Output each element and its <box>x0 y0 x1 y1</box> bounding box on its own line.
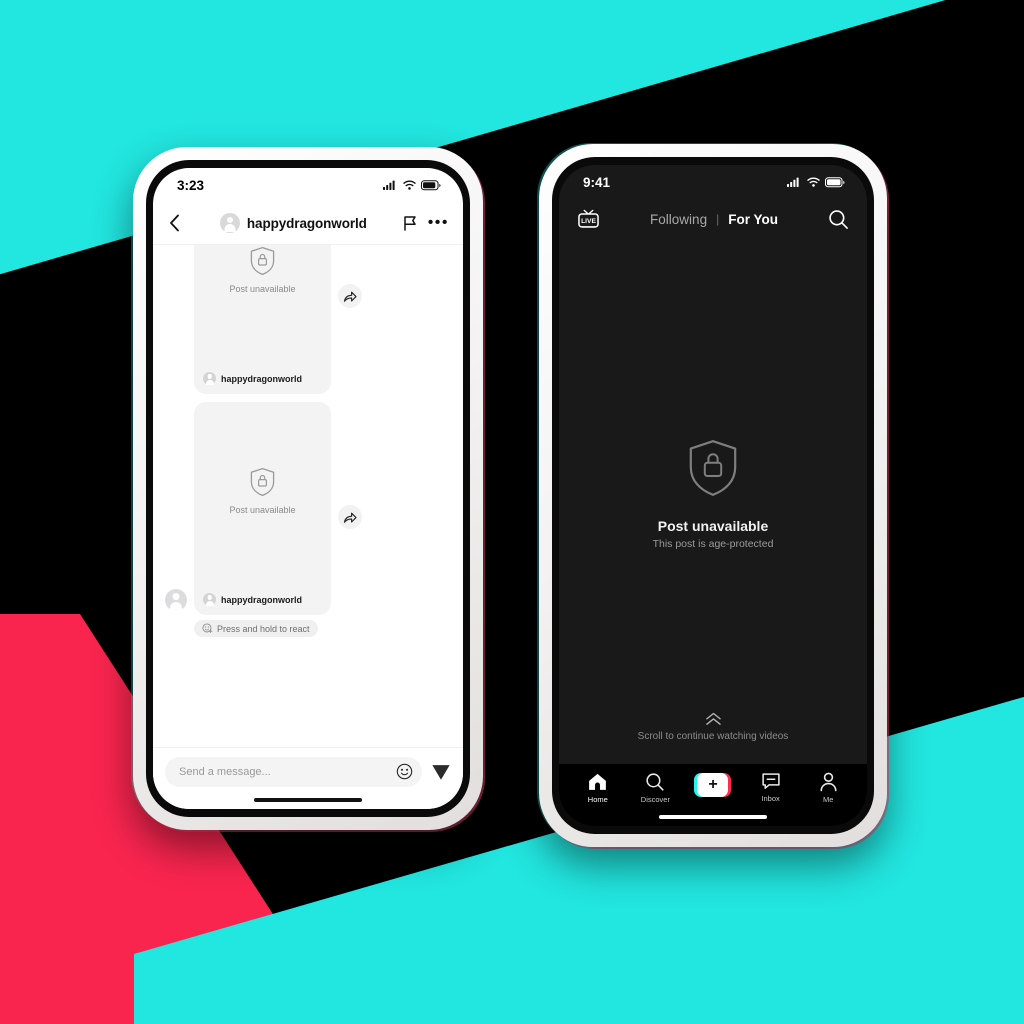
bubble-caption: Post unavailable <box>229 283 296 294</box>
nav-label-home: Home <box>587 795 608 804</box>
phone-mockup-left: 3:23 happydragonworld ••• Post unavailab… <box>133 147 483 830</box>
send-paper-plane-icon[interactable] <box>431 762 451 782</box>
tab-divider: | <box>716 212 720 226</box>
post-unavailable-bubble[interactable]: Post unavailable happydragonworld <box>194 245 331 394</box>
screen-tiktok-feed: 9:41 LIVE Following | For You Post unava… <box>559 165 867 826</box>
dm-message-list[interactable]: Post unavailable happydragonworld Post u… <box>153 244 463 747</box>
more-options-icon[interactable]: ••• <box>428 215 449 230</box>
shield-lock-icon <box>249 246 276 276</box>
nav-item-create[interactable]: + <box>685 772 741 797</box>
dm-title-group[interactable]: happydragonworld <box>192 213 395 233</box>
dm-header-actions: ••• <box>403 215 449 231</box>
nav-item-me[interactable]: Me <box>800 772 856 804</box>
bubble-author-name: happydragonworld <box>221 373 302 384</box>
dm-header: happydragonworld ••• <box>153 202 463 244</box>
home-indicator <box>254 798 362 802</box>
flag-icon[interactable] <box>403 215 417 231</box>
home-indicator <box>659 815 767 819</box>
feed-header: LIVE Following | For You <box>559 199 867 239</box>
bubble-author: happydragonworld <box>194 593 331 615</box>
signal-icon <box>383 180 398 191</box>
emoji-face-icon[interactable] <box>396 763 413 780</box>
status-icon-group <box>787 176 845 188</box>
phone-mockup-right: 9:41 LIVE Following | For You Post unava… <box>539 144 887 847</box>
scroll-hint: Scroll to continue watching videos <box>559 712 867 742</box>
screen-direct-message: 3:23 happydragonworld ••• Post unavailab… <box>153 168 463 809</box>
composer-placeholder: Send a message... <box>179 765 271 778</box>
share-arrow-icon[interactable] <box>338 284 362 308</box>
bubble-author: happydragonworld <box>194 372 331 394</box>
tab-for-you[interactable]: For You <box>728 212 778 227</box>
scroll-hint-text: Scroll to continue watching videos <box>637 731 789 742</box>
bubble-caption: Post unavailable <box>229 504 296 515</box>
bubble-content: Post unavailable <box>194 402 331 593</box>
shield-lock-icon <box>686 438 740 498</box>
chevron-double-up-icon <box>704 712 723 727</box>
search-icon <box>645 772 665 792</box>
react-hint: Press and hold to react <box>194 620 318 637</box>
post-unavailable-title: Post unavailable <box>657 517 769 534</box>
battery-icon <box>825 176 845 188</box>
nav-item-discover[interactable]: Discover <box>627 772 683 804</box>
nav-label-me: Me <box>822 795 834 804</box>
chevron-left-icon[interactable] <box>165 214 184 232</box>
signal-icon <box>787 177 802 188</box>
post-unavailable-subtitle: This post is age-protected <box>652 537 774 550</box>
phone-bezel-left: 3:23 happydragonworld ••• Post unavailab… <box>146 160 470 817</box>
nav-item-home[interactable]: Home <box>570 772 626 804</box>
home-icon <box>587 772 608 792</box>
post-unavailable-bubble[interactable]: Post unavailable happydragonworld <box>194 402 331 615</box>
dm-username: happydragonworld <box>246 215 367 231</box>
status-time: 9:41 <box>583 174 611 190</box>
tab-following[interactable]: Following <box>650 212 707 227</box>
person-icon <box>819 772 838 792</box>
battery-icon <box>421 179 441 191</box>
poster-canvas: 3:23 happydragonworld ••• Post unavailab… <box>0 0 1024 1024</box>
shield-lock-icon <box>249 467 276 497</box>
feed-tabs: Following | For You <box>650 212 778 227</box>
live-icon[interactable]: LIVE <box>577 209 600 230</box>
post-unavailable-state: Post unavailable This post is age-protec… <box>559 239 867 748</box>
avatar-icon <box>165 589 187 611</box>
wifi-icon <box>807 177 820 187</box>
avatar-icon <box>203 593 216 606</box>
add-reaction-icon <box>202 623 213 634</box>
nav-item-inbox[interactable]: Inbox <box>743 772 799 803</box>
create-plus-icon[interactable]: + <box>694 773 732 797</box>
message-row: Post unavailable happydragonworld <box>165 402 451 615</box>
react-hint-text: Press and hold to react <box>217 623 310 634</box>
svg-text:LIVE: LIVE <box>581 218 596 225</box>
bubble-content: Post unavailable <box>194 245 331 372</box>
phone-bezel-right: 9:41 LIVE Following | For You Post unava… <box>552 157 874 834</box>
inbox-message-icon <box>761 772 781 791</box>
search-input[interactable]: Send a message... <box>165 756 422 787</box>
plus-glyph: + <box>708 775 718 793</box>
message-row: Post unavailable happydragonworld <box>165 245 451 394</box>
status-time: 3:23 <box>177 177 205 193</box>
status-bar-right: 9:41 <box>559 165 867 199</box>
search-icon[interactable] <box>828 209 849 230</box>
share-arrow-icon[interactable] <box>338 505 362 529</box>
bubble-author-name: happydragonworld <box>221 594 302 605</box>
nav-label-discover: Discover <box>640 795 670 804</box>
avatar-icon <box>203 372 216 385</box>
status-icon-group <box>383 179 441 191</box>
nav-label-inbox: Inbox <box>761 794 780 803</box>
avatar-icon <box>219 213 240 233</box>
wifi-icon <box>403 180 416 190</box>
status-bar-left: 3:23 <box>153 168 463 202</box>
